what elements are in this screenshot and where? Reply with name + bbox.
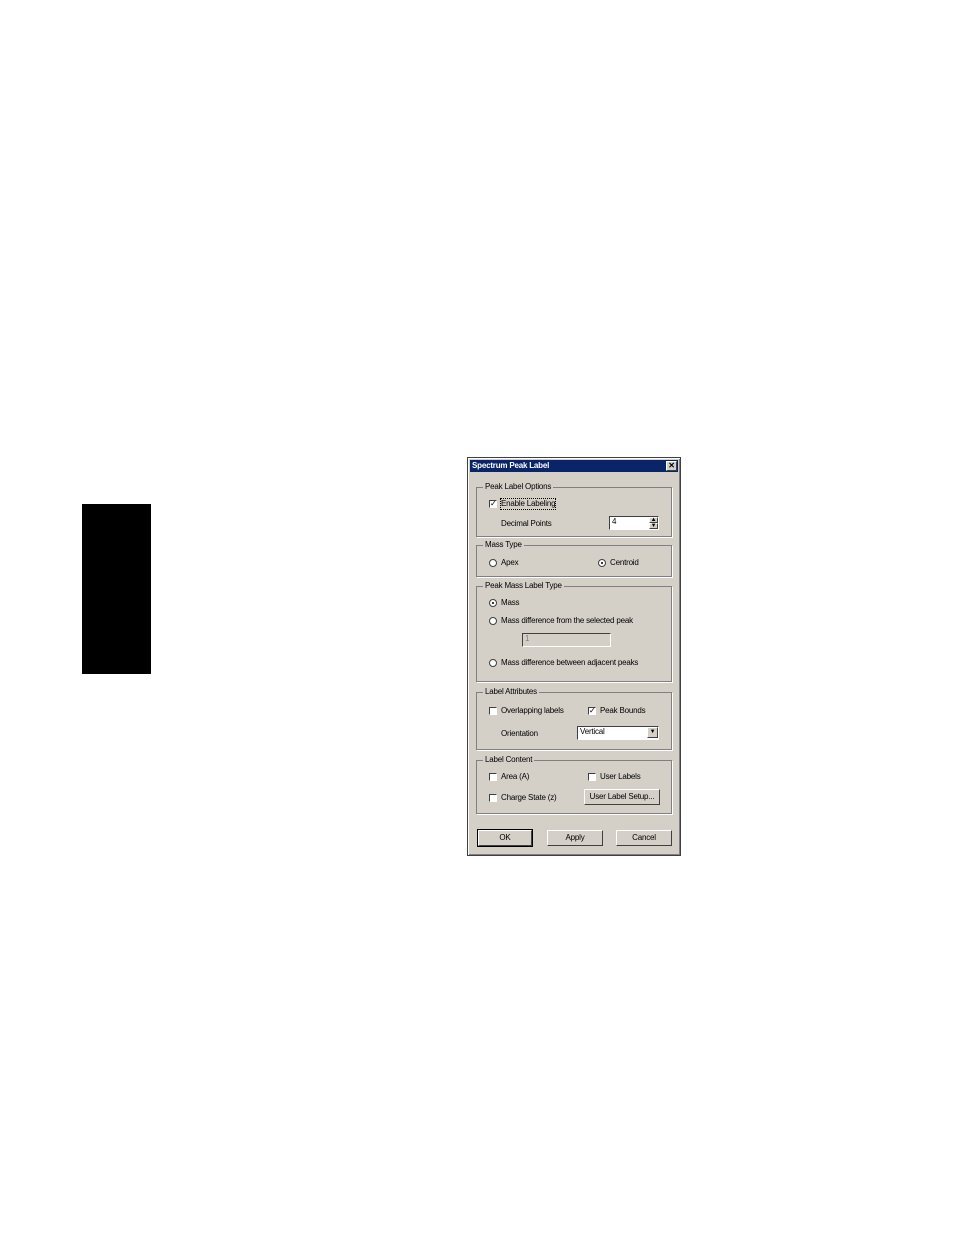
mass-diff-selected-input[interactable]: 1 xyxy=(522,633,611,647)
decimal-points-value: 4 xyxy=(612,517,617,526)
overlapping-labels-checkbox[interactable] xyxy=(489,707,497,715)
label-attributes-legend: Label Attributes xyxy=(483,687,539,697)
user-labels-label: User Labels xyxy=(600,772,641,781)
peak-label-options-legend: Peak Label Options xyxy=(483,482,554,492)
orientation-value: Vertical xyxy=(580,727,605,736)
label-content-legend: Label Content xyxy=(483,755,535,765)
mass-radio[interactable] xyxy=(489,599,497,607)
mass-diff-adjacent-radio[interactable] xyxy=(489,659,497,667)
peak-label-options-group: Peak Label Options ✓ Enable Labeling Dec… xyxy=(476,482,672,537)
chevron-down-icon[interactable]: ▼ xyxy=(647,727,658,738)
mass-diff-selected-radio[interactable] xyxy=(489,617,497,625)
peak-mass-label-type-legend: Peak Mass Label Type xyxy=(483,581,564,591)
peak-bounds-checkbox[interactable]: ✓ xyxy=(588,707,596,715)
centroid-label: Centroid xyxy=(610,558,639,567)
charge-state-checkbox[interactable] xyxy=(489,794,497,802)
user-label-setup-button[interactable]: User Label Setup... xyxy=(584,789,660,805)
mass-type-legend: Mass Type xyxy=(483,540,524,550)
enable-labeling-checkbox[interactable]: ✓ xyxy=(489,500,497,508)
user-labels-checkbox[interactable] xyxy=(588,773,596,781)
spin-down-icon[interactable]: ▼ xyxy=(649,523,658,529)
label-content-group: Label Content Area (A) User Labels Charg… xyxy=(476,755,672,814)
dialog-title: Spectrum Peak Label xyxy=(472,461,550,470)
area-checkbox[interactable] xyxy=(489,773,497,781)
spectrum-peak-label-dialog: Spectrum Peak Label ✕ Peak Label Options… xyxy=(467,457,681,856)
centroid-radio[interactable] xyxy=(598,559,606,567)
label-attributes-group: Label Attributes Overlapping labels ✓ Pe… xyxy=(476,687,672,750)
ok-button[interactable]: OK xyxy=(477,829,533,847)
mass-diff-selected-label: Mass difference from the selected peak xyxy=(501,616,633,625)
enable-labeling-label: Enable Labeling xyxy=(499,498,557,510)
apex-label: Apex xyxy=(501,558,519,567)
overlapping-labels-label: Overlapping labels xyxy=(501,706,564,715)
charge-state-label: Charge State (z) xyxy=(501,793,557,802)
area-label: Area (A) xyxy=(501,772,530,781)
apply-button[interactable]: Apply xyxy=(547,830,603,846)
orientation-label: Orientation xyxy=(501,729,538,738)
mass-type-group: Mass Type Apex Centroid xyxy=(476,540,672,577)
black-side-tab xyxy=(82,504,151,674)
mass-diff-selected-value: 1 xyxy=(525,634,530,643)
peak-mass-label-type-group: Peak Mass Label Type Mass Mass differenc… xyxy=(476,581,672,682)
cancel-button[interactable]: Cancel xyxy=(616,830,672,846)
mass-label: Mass xyxy=(501,598,520,607)
peak-bounds-label: Peak Bounds xyxy=(600,706,646,715)
dialog-titlebar: Spectrum Peak Label ✕ xyxy=(470,460,678,472)
apex-radio[interactable] xyxy=(489,559,497,567)
mass-diff-adjacent-label: Mass difference between adjacent peaks xyxy=(501,658,639,667)
decimal-points-label: Decimal Points xyxy=(501,519,552,528)
close-icon[interactable]: ✕ xyxy=(666,461,677,471)
